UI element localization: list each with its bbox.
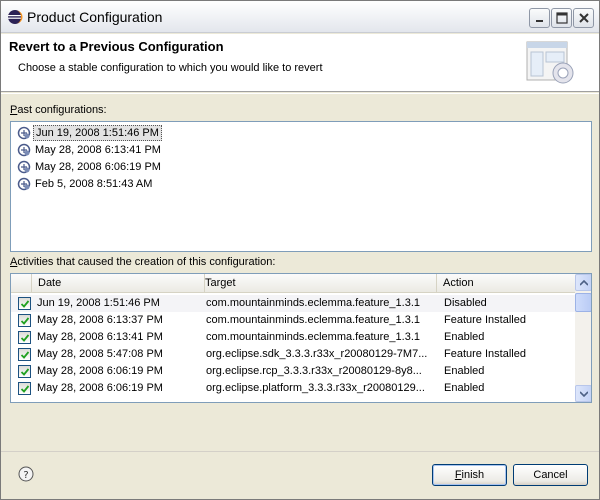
page-description: Choose a stable configuration to which y… [18, 62, 323, 74]
close-button[interactable] [573, 8, 594, 28]
row-target: com.mountainminds.eclemma.feature_1.3.1 [206, 331, 420, 343]
row-checkbox[interactable] [18, 331, 31, 344]
column-header-check[interactable] [11, 274, 32, 293]
column-header-target[interactable]: Target [199, 274, 437, 293]
row-target: org.eclipse.platform_3.3.3.r33x_r2008012… [206, 382, 425, 394]
configuration-wizard-icon [526, 41, 574, 84]
row-checkbox[interactable] [18, 297, 31, 310]
vertical-scrollbar[interactable] [575, 274, 591, 402]
finish-button[interactable]: Finish [432, 464, 507, 486]
row-date: May 28, 2008 5:47:08 PM [37, 348, 163, 360]
row-checkbox[interactable] [18, 365, 31, 378]
checkmark-icon [20, 317, 30, 325]
row-checkbox[interactable] [18, 314, 31, 327]
table-row[interactable]: May 28, 2008 5:47:08 PM org.eclipse.sdk_… [11, 346, 575, 363]
config-item-label: Feb 5, 2008 8:51:43 AM [35, 178, 153, 190]
config-item-label: May 28, 2008 6:13:41 PM [35, 144, 161, 156]
checkmark-icon [20, 300, 30, 308]
product-configuration-dialog: Product Configuration Revert to a Previo… [0, 0, 600, 500]
column-header-date[interactable]: Date [32, 274, 205, 293]
config-item-label: May 28, 2008 6:06:19 PM [35, 161, 161, 173]
table-row[interactable]: May 28, 2008 6:06:19 PM org.eclipse.rcp_… [11, 363, 575, 380]
eclipse-icon [7, 9, 23, 25]
svg-text:?: ? [23, 470, 28, 481]
maximize-button[interactable] [551, 8, 572, 28]
chevron-up-icon [580, 280, 588, 286]
row-checkbox[interactable] [18, 348, 31, 361]
row-date: May 28, 2008 6:13:41 PM [37, 331, 163, 343]
config-item-label: Jun 19, 2008 1:51:46 PM [33, 125, 162, 141]
row-action: Feature Installed [444, 314, 526, 326]
chevron-down-icon [580, 391, 588, 397]
scroll-thumb[interactable] [575, 293, 591, 312]
help-icon[interactable]: ? [18, 466, 34, 482]
table-header: Date Target Action [11, 274, 575, 293]
column-header-action[interactable]: Action [437, 274, 575, 293]
row-date: May 28, 2008 6:06:19 PM [37, 382, 163, 394]
scroll-down-button[interactable] [575, 385, 591, 402]
row-date: May 28, 2008 6:13:37 PM [37, 314, 163, 326]
table-row[interactable]: May 28, 2008 6:06:19 PM org.eclipse.plat… [11, 380, 575, 397]
activities-table[interactable]: Date Target Action Jun 19, 2008 1:51:46 … [10, 273, 592, 403]
checkmark-icon [20, 351, 30, 359]
table-row[interactable]: Jun 19, 2008 1:51:46 PM com.mountainmind… [11, 295, 575, 312]
window-title: Product Configuration [27, 9, 163, 25]
past-configurations-list[interactable]: Jun 19, 2008 1:51:46 PM May 28, 2008 6:1… [10, 121, 592, 252]
page-title: Revert to a Previous Configuration [9, 39, 224, 54]
row-action: Disabled [444, 297, 487, 309]
activities-label: Activities that caused the creation of t… [10, 256, 276, 268]
minimize-button[interactable] [529, 8, 550, 28]
title-bar[interactable]: Product Configuration [1, 1, 599, 33]
maximize-icon [556, 12, 568, 24]
checkmark-icon [20, 385, 30, 393]
table-row[interactable]: May 28, 2008 6:13:41 PM com.mountainmind… [11, 329, 575, 346]
table-row[interactable]: May 28, 2008 6:13:37 PM com.mountainmind… [11, 312, 575, 329]
row-action: Enabled [444, 331, 485, 343]
row-date: Jun 19, 2008 1:51:46 PM [37, 297, 160, 309]
row-checkbox[interactable] [18, 382, 31, 395]
checkmark-icon [20, 334, 30, 342]
configuration-icon [17, 177, 31, 196]
row-action: Feature Installed [444, 348, 526, 360]
row-target: org.eclipse.sdk_3.3.3.r33x_r20080129-7M7… [206, 348, 428, 360]
header-separator [1, 93, 599, 94]
minimize-icon [536, 20, 543, 22]
scroll-up-button[interactable] [575, 274, 591, 291]
row-action: Enabled [444, 365, 485, 377]
close-icon [579, 13, 589, 23]
row-action: Enabled [444, 382, 485, 394]
checkmark-icon [20, 368, 30, 376]
footer-separator [1, 451, 599, 452]
row-target: org.eclipse.rcp_3.3.3.r33x_r20080129-8y8… [206, 365, 422, 377]
cancel-button[interactable]: Cancel [513, 464, 588, 486]
row-date: May 28, 2008 6:06:19 PM [37, 365, 163, 377]
row-target: com.mountainminds.eclemma.feature_1.3.1 [206, 297, 420, 309]
wizard-header: Revert to a Previous Configuration Choos… [1, 34, 599, 92]
past-configurations-label: Past configurations: [10, 104, 107, 116]
row-target: com.mountainminds.eclemma.feature_1.3.1 [206, 314, 420, 326]
